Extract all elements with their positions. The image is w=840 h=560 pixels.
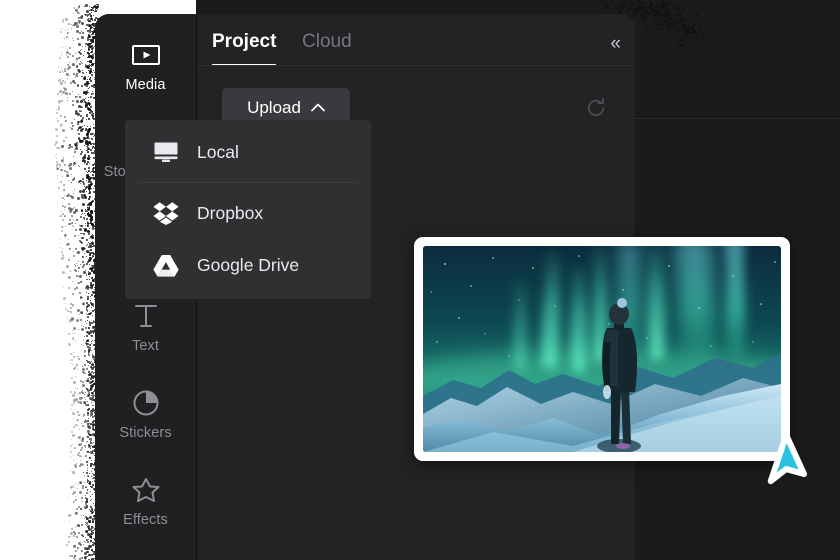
sidebar-item-text[interactable]: Text <box>95 299 196 354</box>
text-t-icon <box>95 299 196 333</box>
dropbox-icon <box>151 200 181 226</box>
tab-bar: Project Cloud « <box>197 14 635 73</box>
menu-separator <box>139 182 357 183</box>
sticker-circle-icon <box>95 386 196 420</box>
screenshot-stage: Media Stock videos <box>0 0 840 560</box>
media-preview-card[interactable] <box>414 237 790 461</box>
image-thumbnail <box>423 246 781 452</box>
tab-bar-rule <box>197 65 635 66</box>
media-play-frame-icon <box>95 38 196 72</box>
menu-item-local[interactable]: Local <box>125 126 371 178</box>
arrow-pointer-cursor <box>748 428 822 502</box>
menu-item-label: Dropbox <box>197 202 264 223</box>
sidebar-item-effects[interactable]: Effects <box>95 473 196 528</box>
effects-star-icon <box>95 473 196 507</box>
chevron-double-left-icon[interactable]: « <box>610 33 620 55</box>
upload-button-label: Upload <box>247 98 301 117</box>
menu-item-google-drive[interactable]: Google Drive <box>125 239 371 291</box>
tab-project[interactable]: Project <box>212 31 276 53</box>
sidebar-item-media[interactable]: Media <box>95 38 196 93</box>
refresh-icon[interactable] <box>585 97 607 119</box>
tab-cloud[interactable]: Cloud <box>302 31 352 53</box>
sidebar-item-label: Effects <box>123 512 168 528</box>
google-drive-icon <box>151 252 181 278</box>
monitor-icon <box>151 139 181 165</box>
menu-item-label: Local <box>197 141 239 162</box>
tab-active-underline <box>212 64 276 66</box>
menu-item-dropbox[interactable]: Dropbox <box>125 187 371 239</box>
chevron-up-icon <box>311 99 325 117</box>
sidebar-item-stickers[interactable]: Stickers <box>95 386 196 441</box>
sidebar-item-label: Media <box>125 77 166 93</box>
sidebar-item-label: Text <box>132 338 159 354</box>
upload-dropdown-menu: Local Dropbox Google Drive <box>125 120 371 299</box>
menu-item-label: Google Drive <box>197 254 300 275</box>
sidebar-item-label: Stickers <box>119 425 172 441</box>
